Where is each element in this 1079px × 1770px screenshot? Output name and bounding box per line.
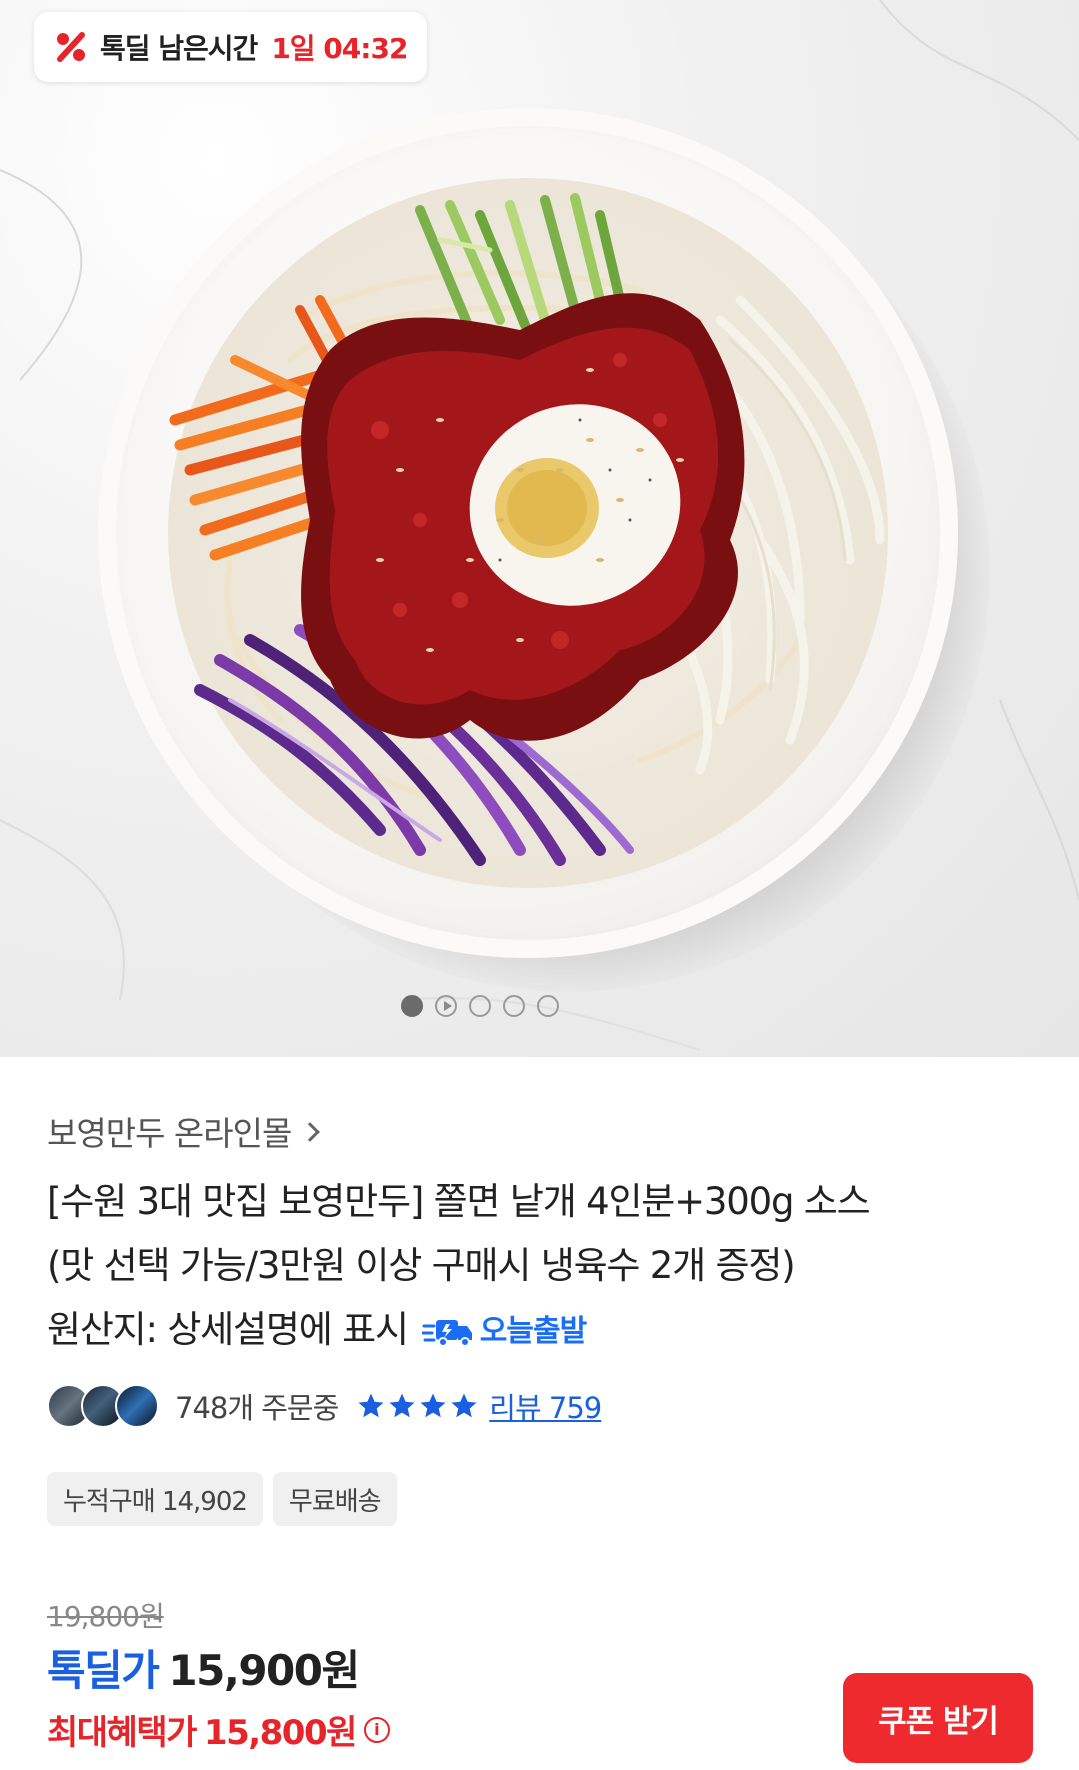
today-shipping-badge: 오늘출발 (421, 1300, 587, 1364)
chip-free-shipping: 무료배송 (272, 1472, 397, 1526)
deal-timer-badge: 톡딜 남은시간 1일 04:32 (34, 12, 428, 82)
deal-price: 15,900원 (168, 1646, 360, 1695)
coupon-button[interactable]: 쿠폰 받기 (843, 1673, 1033, 1763)
info-icon[interactable]: i (363, 1716, 390, 1743)
deal-price-label: 톡딜가 (47, 1646, 160, 1695)
title-line-2: (맛 선택 가능/3만원 이상 구매시 냉육수 2개 증정) (47, 1244, 796, 1287)
deal-timer-remaining: 1일 04:32 (271, 32, 408, 65)
origin-text: 원산지: 상세설명에 표시 (47, 1308, 409, 1351)
fast-delivery-truck-icon (421, 1319, 472, 1347)
percent-icon (57, 32, 85, 62)
pager-dot-1[interactable] (400, 995, 423, 1017)
title-line-1: [수원 3대 맛집 보영만두] 쫄면 낱개 4인분+300g 소스 (47, 1180, 871, 1223)
product-image-carousel[interactable]: 톡딜 남은시간 1일 04:32 (0, 0, 1079, 1057)
social-proof-row: 748개 주문중 리뷰 759 (47, 1384, 602, 1428)
food-illustration (169, 193, 885, 866)
info-chips: 누적구매 14,902 무료배송 (47, 1472, 397, 1526)
product-title: [수원 3대 맛집 보영만두] 쫄면 낱개 4인분+300g 소스 (맛 선택 … (47, 1170, 1037, 1364)
buyer-avatars (47, 1384, 159, 1428)
avatar (115, 1384, 159, 1428)
title-line-3: 원산지: 상세설명에 표시 오늘출발 (47, 1298, 1037, 1364)
chevron-right-icon (300, 1122, 321, 1142)
original-price: 19,800원 (47, 1600, 165, 1633)
pager-dot-3[interactable] (468, 995, 491, 1017)
pager-dot-5[interactable] (536, 995, 559, 1017)
star-icon (389, 1393, 415, 1418)
store-name: 보영만두 온라인몰 (47, 1114, 292, 1153)
today-shipping-label: 오늘출발 (479, 1313, 587, 1349)
review-link[interactable]: 리뷰 759 (489, 1385, 602, 1427)
rating-stars (356, 1391, 479, 1421)
star-icon (451, 1393, 477, 1418)
max-benefit-label: 최대혜택가 (47, 1713, 197, 1753)
deal-price-row: 톡딜가 15,900원 (47, 1637, 360, 1698)
store-link[interactable]: 보영만두 온라인몰 (47, 1107, 321, 1155)
star-icon (358, 1393, 384, 1418)
pager-dot-video-icon[interactable] (434, 995, 457, 1017)
carousel-pager[interactable] (0, 995, 1019, 1017)
star-icon (420, 1393, 446, 1418)
pager-dot-4[interactable] (502, 995, 525, 1017)
max-benefit-row: 최대혜택가 15,800원 i (47, 1705, 390, 1754)
chip-cumulative-purchases: 누적구매 14,902 (47, 1472, 263, 1526)
orders-count: 748개 주문중 (175, 1391, 339, 1425)
max-benefit-price: 15,800원 (203, 1713, 357, 1753)
deal-timer-label: 톡딜 남은시간 (100, 32, 258, 65)
